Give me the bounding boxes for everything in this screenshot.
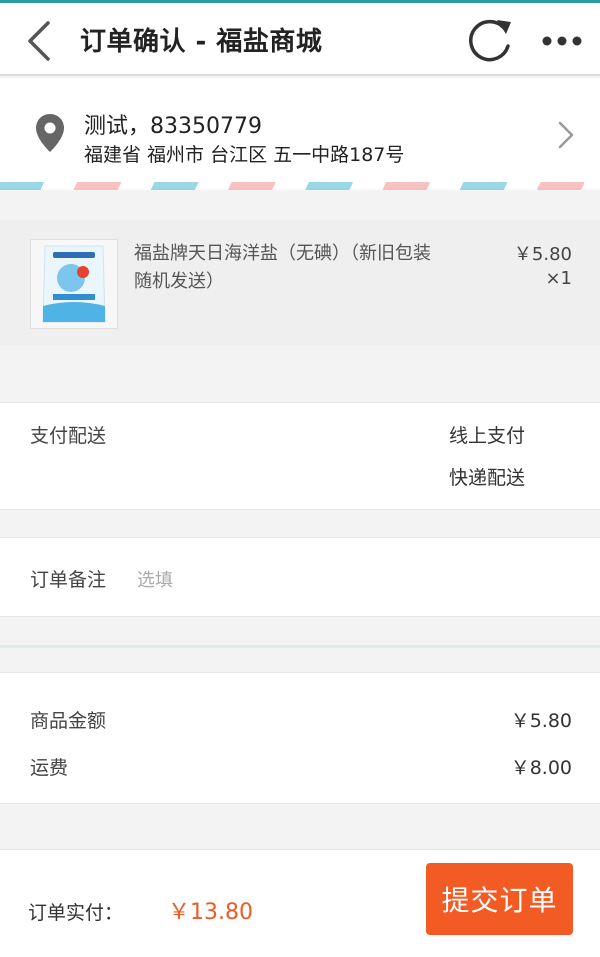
total-payment-amount: ￥13.80 bbox=[168, 900, 253, 925]
recipient-name-phone: 测试，83350779 bbox=[84, 114, 262, 139]
order-totals-section: 商品金额 ￥5.80 运费 ￥8.00 bbox=[0, 672, 600, 804]
more-options-icon[interactable] bbox=[540, 25, 584, 55]
shipping-fee-label: 运费 bbox=[30, 757, 69, 779]
address-section[interactable]: 测试，83350779 福建省 福州市 台江区 五一中路187号 bbox=[0, 78, 600, 188]
goods-amount-value: ￥5.80 bbox=[510, 710, 572, 732]
product-name: 福盐牌天日海洋盐（无碘）（新旧包装随机发送） bbox=[134, 243, 431, 292]
product-price: ￥5.80 bbox=[513, 244, 572, 265]
back-arrow-icon[interactable] bbox=[22, 19, 58, 63]
order-note-input[interactable]: 选填 bbox=[137, 566, 173, 592]
product-quantity: ×1 bbox=[545, 268, 572, 289]
submit-order-button[interactable]: 提交订单 bbox=[426, 863, 573, 935]
recipient-address: 福建省 福州市 台江区 五一中路187号 bbox=[84, 144, 405, 166]
delivery-method-value: 快递配送 bbox=[449, 467, 526, 489]
section-divider bbox=[0, 645, 600, 648]
total-payment-label: 订单实付： bbox=[28, 902, 124, 924]
refresh-icon[interactable] bbox=[464, 16, 516, 68]
payment-method-value: 线上支付 bbox=[449, 425, 526, 447]
page-title: 订单确认 - 福盐商城 bbox=[80, 27, 323, 57]
payment-delivery-section[interactable]: 支付配送 线上支付 快递配送 bbox=[0, 402, 600, 510]
checkout-bar: 订单实付： ￥13.80 提交订单 bbox=[0, 849, 600, 957]
location-pin-icon bbox=[36, 114, 64, 152]
address-decor-stripe bbox=[0, 182, 600, 190]
shipping-fee-value: ￥8.00 bbox=[510, 757, 572, 779]
product-thumbnail bbox=[30, 239, 118, 329]
payment-delivery-label: 支付配送 bbox=[30, 425, 107, 447]
chevron-right-icon bbox=[558, 121, 574, 149]
product-item: 福盐牌天日海洋盐（无碘）（新旧包装随机发送） ￥5.80 ×1 bbox=[0, 220, 600, 346]
goods-amount-label: 商品金额 bbox=[30, 710, 107, 732]
order-note-section: 订单备注 选填 bbox=[0, 537, 600, 617]
top-bar: 订单确认 - 福盐商城 bbox=[0, 0, 600, 76]
order-note-label: 订单备注 bbox=[30, 569, 107, 591]
salt-bag-image bbox=[31, 240, 117, 328]
